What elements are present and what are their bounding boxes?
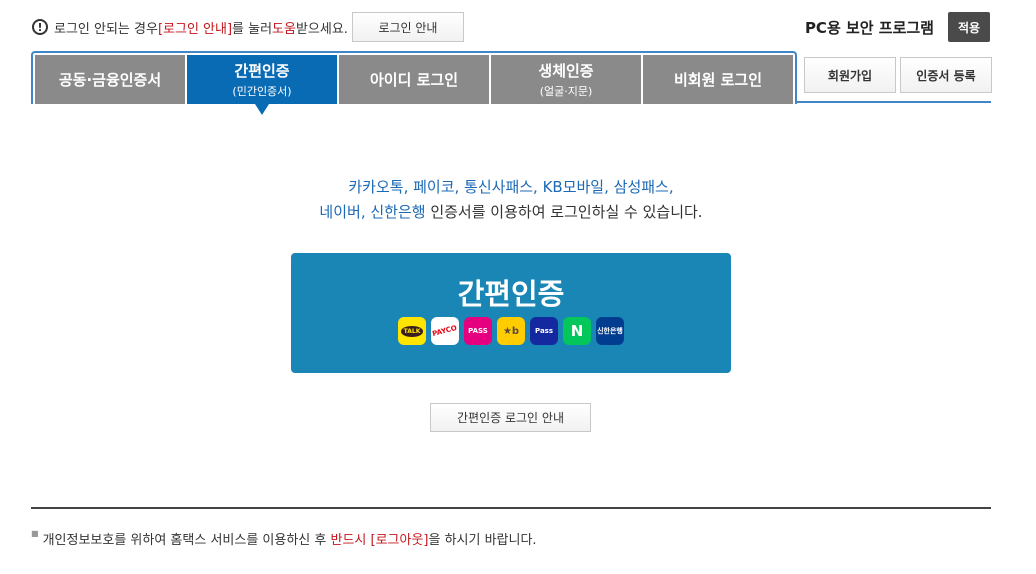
register-cert-button[interactable]: 인증서 등록 (900, 57, 992, 93)
logout-notice: ■ 개인정보보호를 위하여 홈택스 서비스를 이용하신 후 반드시 [로그아웃]을… (31, 529, 537, 548)
login-tabs: 공동·금융인증서 간편인증 (민간인증서) 아이디 로그인 생체인증 (얼굴·지… (31, 51, 797, 115)
easy-auth-button[interactable]: 간편인증 TALK PAYCO PASS ★b Pass N 신한은행 (291, 253, 731, 373)
alert-icon: ! (32, 19, 48, 35)
tab-sublabel: (민간인증서) (232, 85, 292, 98)
tab-id-login[interactable]: 아이디 로그인 (339, 55, 489, 104)
tab-joint-financial-cert[interactable]: 공동·금융인증서 (35, 55, 185, 104)
notice-help-text: 도움 (272, 21, 296, 37)
kb-icon: ★b (497, 317, 525, 345)
easy-auth-title: 간편인증 (457, 277, 565, 311)
naver-icon: N (563, 317, 591, 345)
tab-guest-login[interactable]: 비회원 로그인 (643, 55, 793, 104)
footer-text-post: 을 하시기 바랍니다. (428, 533, 537, 548)
tab-label: 간편인증 (234, 62, 290, 80)
notice-text-pre: 로그인 안되는 경우 (54, 21, 158, 37)
divider (31, 507, 991, 509)
pass-icon: PASS (464, 317, 492, 345)
login-help-notice: ! 로그인 안되는 경우 [로그인 안내] 를 눌러 도움 받으세요. 로그인 … (32, 12, 464, 42)
samsung-pass-icon: Pass (530, 317, 558, 345)
notice-text-post: 받으세요. (295, 21, 348, 37)
tab-label: 공동·금융인증서 (58, 71, 162, 89)
bullet-icon: ■ (31, 529, 39, 538)
shinhan-icon: 신한은행 (596, 317, 624, 345)
security-program: PC용 보안 프로그램 적용 (805, 12, 990, 42)
easy-auth-description: 카카오톡, 페이코, 통신사패스, KB모바일, 삼성패스, 네이버, 신한은행… (0, 175, 1022, 225)
notice-text-mid: 를 눌러 (232, 21, 273, 37)
description-line2-highlight: 네이버, 신한은행 (319, 203, 426, 221)
tab-easy-auth[interactable]: 간편인증 (민간인증서) (187, 55, 337, 115)
apply-button[interactable]: 적용 (948, 12, 990, 42)
tab-biometric[interactable]: 생체인증 (얼굴·지문) (491, 55, 641, 104)
description-line2: 인증서를 이용하여 로그인하실 수 있습니다. (425, 203, 703, 221)
tab-sublabel: (얼굴·지문) (539, 85, 593, 98)
payco-icon: PAYCO (431, 317, 459, 345)
login-guide-button[interactable]: 로그인 안내 (351, 12, 464, 42)
tab-label: 생체인증 (538, 62, 594, 80)
tab-label: 비회원 로그인 (673, 71, 763, 89)
footer-text-red: 반드시 [로그아웃] (330, 533, 429, 548)
footer-text-pre: 개인정보보호를 위하여 홈택스 서비스를 이용하신 후 (42, 533, 331, 548)
join-button[interactable]: 회원가입 (804, 57, 896, 93)
security-label: PC용 보안 프로그램 (804, 18, 934, 37)
easy-auth-guide-button[interactable]: 간편인증 로그인 안내 (430, 403, 591, 432)
tab-label: 아이디 로그인 (369, 71, 459, 89)
tab-underline (797, 101, 991, 103)
provider-icons: TALK PAYCO PASS ★b Pass N 신한은행 (291, 317, 731, 345)
notice-link-text: [로그인 안내] (157, 21, 233, 37)
description-line1: 카카오톡, 페이코, 통신사패스, KB모바일, 삼성패스, (348, 178, 674, 196)
kakao-icon: TALK (398, 317, 426, 345)
account-buttons: 회원가입 인증서 등록 (804, 57, 992, 93)
